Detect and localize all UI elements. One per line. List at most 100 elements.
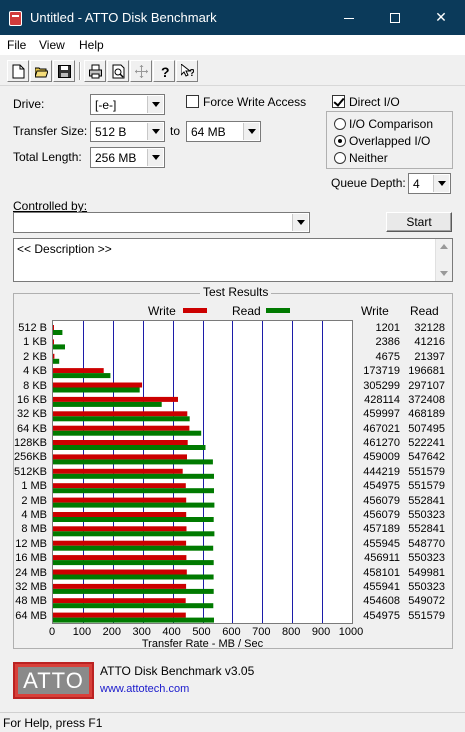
read-value: 372408 [408,393,445,406]
write-value: 428114 [364,393,400,406]
write-bar [53,497,187,503]
read-bar [53,416,190,422]
transfer-size-row-label: 32 MB [15,580,47,593]
print-icon [89,64,102,79]
write-value: 456079 [363,494,400,507]
read-value: 550323 [408,552,445,565]
x-tick-label: 800 [282,626,301,638]
svg-text:?: ? [189,68,194,79]
write-value: 458101 [363,566,400,579]
io-comparison-radio[interactable] [334,118,346,130]
transfer-size-row-label: 48 MB [15,595,47,608]
open-button[interactable] [30,60,52,82]
transfer-rate-chart [52,320,353,624]
title-bar[interactable]: Untitled - ATTO Disk Benchmark ✕ [0,0,465,35]
transfer-size-row-label: 16 MB [15,552,47,565]
read-bar [53,387,140,393]
total-length-label: Total Length: [13,150,82,164]
menu-file[interactable]: File [7,38,26,52]
write-value: 454975 [363,609,400,622]
write-bar [53,396,178,402]
read-value: 32128 [414,322,445,334]
context-help-button[interactable]: ? [176,60,198,82]
save-button[interactable] [53,60,75,82]
start-button[interactable]: Start [386,212,452,232]
atto-logo-text: ATTO [18,667,89,694]
write-bar [53,468,183,474]
write-bar [53,353,55,359]
write-value: 456079 [363,509,400,521]
scroll-up-icon [440,244,448,249]
menu-bar: File View Help [0,35,465,55]
read-value: 468189 [408,408,445,421]
transfer-size-to-select[interactable]: 64 MB [186,121,261,142]
transfer-size-row-label: 64 KB [17,422,47,435]
transfer-size-label: Transfer Size: [13,124,88,138]
menu-view[interactable]: View [39,38,65,52]
open-icon [35,67,48,78]
write-bar [53,325,54,330]
write-bar [53,425,190,431]
write-bar [53,598,186,604]
controlled-by-select[interactable] [13,212,310,233]
write-bar [53,555,187,561]
direct-io-checkbox[interactable] [332,95,345,108]
force-write-checkbox[interactable] [186,95,199,108]
description-textbox[interactable]: << Description >> [13,238,453,282]
print-button[interactable] [84,60,106,82]
overlapped-io-radio[interactable] [334,135,346,147]
read-value: 551579 [408,480,445,493]
website-link[interactable]: www.attotech.com [100,683,189,695]
read-value: 551579 [408,609,445,622]
read-bar [53,517,214,522]
read-value: 41216 [414,336,445,349]
drive-value: [-e-] [95,98,117,112]
description-scrollbar[interactable] [435,239,452,281]
write-value: 305299 [363,379,400,392]
transfer-from-value: 512 B [95,125,127,139]
maximize-button[interactable] [372,0,418,35]
total-length-select[interactable]: 256 MB [90,147,165,168]
menu-help[interactable]: Help [79,38,104,52]
toolbar-separator [79,62,81,80]
read-bar [53,344,65,350]
read-bar [53,531,215,537]
chevron-down-icon [292,214,308,231]
read-value: 549072 [408,595,445,608]
write-value: 1201 [375,322,400,334]
drive-select[interactable]: [-e-] [90,94,165,115]
close-button[interactable]: ✕ [418,0,464,35]
svg-text:?: ? [161,64,170,79]
transfer-size-row-label: 16 KB [17,393,47,406]
drive-label: Drive: [13,97,45,111]
write-column-header: Write [361,304,389,318]
write-value: 444219 [363,465,400,478]
read-value: 550323 [408,509,445,521]
queue-depth-value: 4 [413,177,420,191]
chevron-down-icon [243,123,259,140]
read-value: 550323 [408,580,445,593]
read-bar [53,574,214,580]
transfer-size-row-label: 8 KB [23,379,47,392]
print-preview-button[interactable] [107,60,129,82]
maximize-icon [390,13,400,23]
read-bar [53,445,206,450]
read-bar [53,459,213,465]
read-bar [53,488,214,494]
minimize-button[interactable] [326,0,372,35]
read-values: 32128 41216 21397 196681 297107 372408 468189 5… [395,320,445,624]
neither-radio[interactable] [334,152,346,164]
transfer-size-row-label: 2 KB [23,350,47,363]
x-tick-label: 900 [311,626,331,638]
write-bar [53,612,186,618]
x-axis-label: Transfer Rate - MB / Sec [141,638,264,650]
transfer-size-from-select[interactable]: 512 B [90,121,165,142]
x-tick-label: 400 [162,626,181,638]
queue-depth-select[interactable]: 4 [408,173,451,194]
io-comparison-label: I/O Comparison [349,117,434,131]
new-button[interactable] [7,60,29,82]
write-bar [53,483,186,489]
move-button[interactable] [130,60,152,82]
write-value: 173719 [363,365,400,378]
help-button[interactable]: ? [153,60,175,82]
